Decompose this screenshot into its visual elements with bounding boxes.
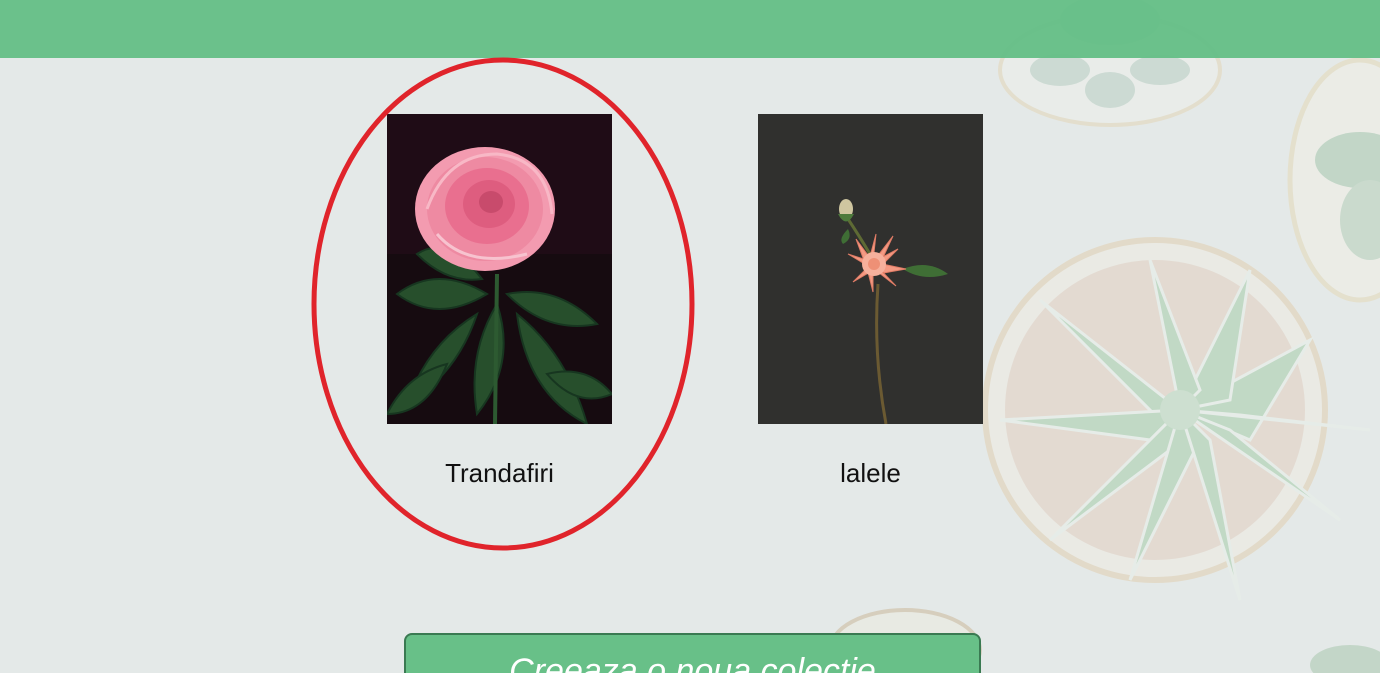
create-collection-button[interactable]: Creeaza o noua colectie	[404, 633, 981, 673]
collection-label[interactable]: Trandafiri	[347, 458, 652, 489]
header-bar	[0, 0, 1380, 58]
collection-label[interactable]: lalele	[718, 458, 1023, 489]
collection-card-lalele[interactable]: lalele	[758, 114, 983, 488]
succulent-background	[828, 0, 1380, 673]
dahlia-image[interactable]	[758, 114, 983, 424]
collection-card-trandafiri[interactable]: Trandafiri	[387, 114, 612, 488]
rose-image[interactable]	[387, 114, 612, 424]
